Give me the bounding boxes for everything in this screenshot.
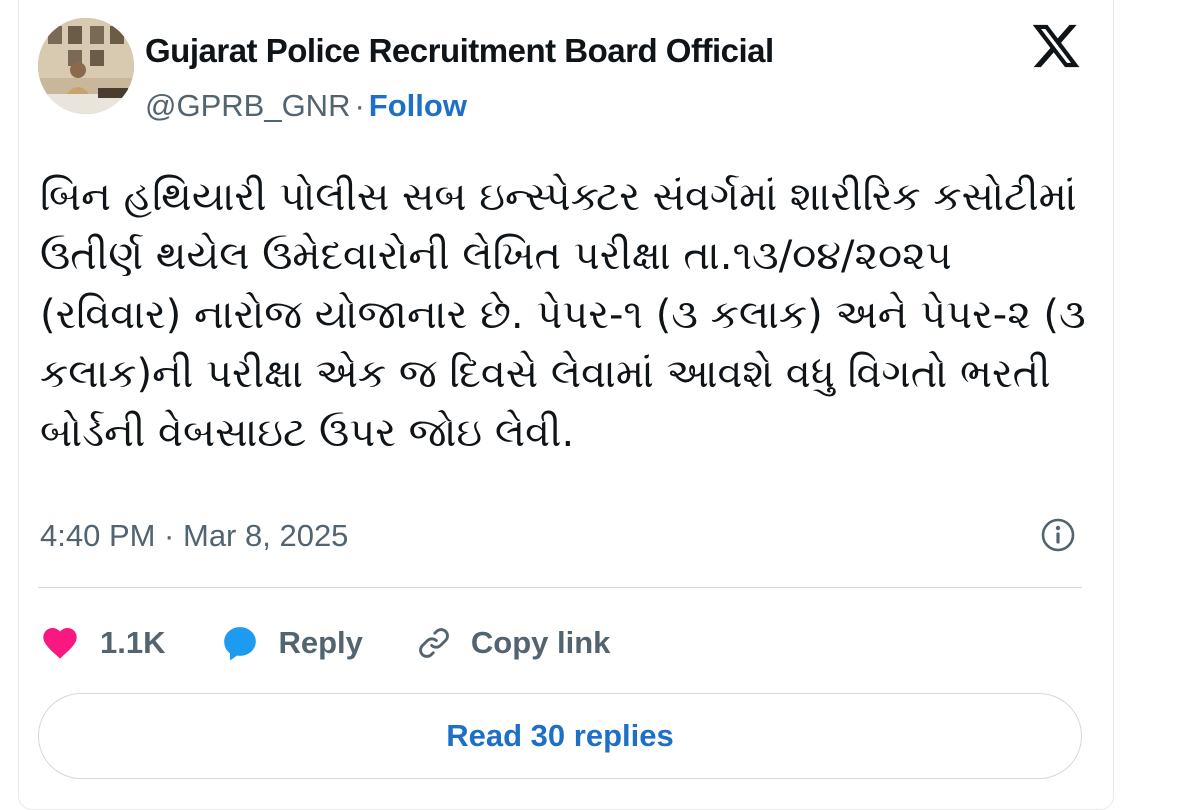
author-handle[interactable]: @GPRB_GNR (145, 88, 350, 123)
speech-bubble-icon (224, 627, 257, 661)
avatar-photo (38, 18, 134, 114)
avatar[interactable] (38, 18, 134, 114)
x-logo-icon[interactable] (1030, 20, 1082, 72)
reply-label: Reply (278, 625, 363, 660)
info-icon[interactable] (1040, 517, 1076, 553)
copy-link-button[interactable]: Copy link (363, 624, 611, 662)
reply-button[interactable]: Reply (165, 623, 363, 663)
read-replies-label: Read 30 replies (446, 718, 674, 753)
separator-dot: · (354, 88, 365, 123)
divider (38, 587, 1082, 588)
handle-row: @GPRB_GNR · Follow (145, 88, 467, 124)
read-replies-button[interactable]: Read 30 replies (38, 693, 1082, 779)
copy-link-label: Copy link (470, 625, 611, 660)
author-name[interactable]: Gujarat Police Recruitment Board Officia… (145, 32, 774, 70)
heart-icon (43, 628, 77, 659)
action-bar: 1.1K Reply Copy link (40, 618, 610, 668)
tweet-timestamp[interactable]: 4:40 PM · Mar 8, 2025 (40, 518, 348, 554)
like-count: 1.1K (100, 625, 166, 660)
link-icon (419, 628, 449, 658)
tweet-text: બિન હથિયારી પોલીસ સબ ઇન્સ્પેક્ટર સંવર્ગમ… (40, 174, 1086, 456)
like-button[interactable]: 1.1K (40, 623, 165, 663)
follow-button[interactable]: Follow (369, 88, 467, 123)
